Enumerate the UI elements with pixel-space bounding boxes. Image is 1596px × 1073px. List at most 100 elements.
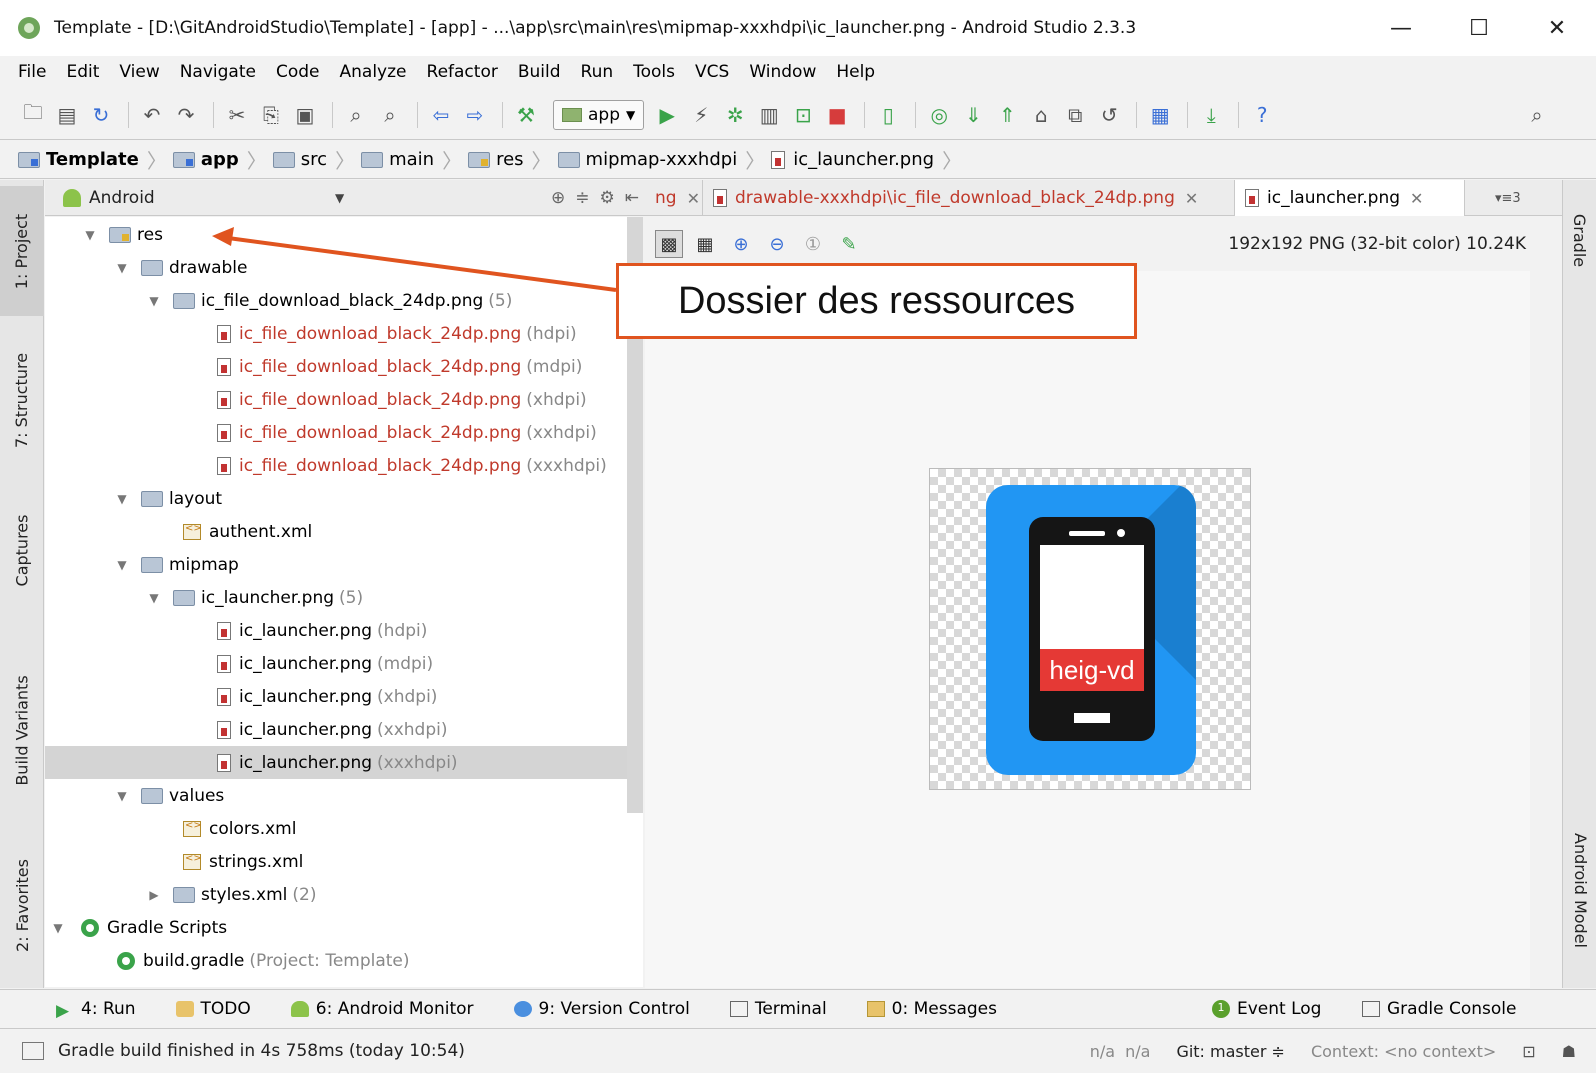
gear-icon[interactable]: ⚙	[600, 188, 615, 208]
menu-build[interactable]: Build	[518, 62, 561, 82]
expand-arrow-icon[interactable]: ▼	[79, 228, 101, 242]
menu-help[interactable]: Help	[836, 62, 875, 82]
tool-messages[interactable]: 0: Messages	[866, 999, 997, 1019]
tree-row[interactable]: ▼ ic_launcher.png (5)	[45, 581, 643, 614]
open-icon[interactable]: 🗀	[18, 100, 48, 130]
menu-file[interactable]: File	[18, 62, 46, 82]
make-icon[interactable]: ⚒	[511, 100, 541, 130]
paste-icon[interactable]: ▣	[290, 100, 320, 130]
tabs-overflow[interactable]: ▾≡3	[1485, 180, 1531, 216]
find-icon[interactable]: ⌕	[341, 100, 371, 130]
menu-tools[interactable]: Tools	[633, 62, 675, 82]
menu-edit[interactable]: Edit	[66, 62, 99, 82]
inspector-icon[interactable]: ☗	[1562, 1042, 1576, 1061]
project-view-select[interactable]: Android	[89, 188, 155, 208]
breadcrumb-src[interactable]: src 〉	[272, 145, 355, 174]
chevron-down-icon[interactable]: ▼	[335, 191, 344, 205]
lock-icon[interactable]: ⊡	[1522, 1042, 1535, 1061]
scroll-from-source-icon[interactable]: ⊕	[551, 188, 565, 208]
tree-row[interactable]: ▼ values	[45, 779, 643, 812]
avd-manager-icon[interactable]: ▯	[873, 100, 903, 130]
breadcrumb-template[interactable]: Template 〉	[18, 145, 167, 174]
tree-row[interactable]: ic_file_download_black_24dp.png (xxhdpi)	[45, 416, 643, 449]
debug-icon[interactable]: ✲	[720, 100, 750, 130]
tree-row[interactable]: ▼ Gradle Scripts	[45, 911, 643, 944]
tab-partial[interactable]: ng ✕	[645, 180, 703, 216]
copy-icon[interactable]: ⎘	[256, 100, 286, 130]
tree-row[interactable]: authent.xml	[45, 515, 643, 548]
menu-vcs[interactable]: VCS	[695, 62, 729, 82]
hide-panel-icon[interactable]: ⇤	[625, 188, 639, 208]
undo-icon[interactable]: ↶	[137, 100, 167, 130]
tree-row[interactable]: ▼ drawable	[45, 251, 643, 284]
tree-row[interactable]: ic_launcher.png (hdpi)	[45, 614, 643, 647]
menu-run[interactable]: Run	[581, 62, 614, 82]
tree-row[interactable]: ▼ ic_file_download_black_24dp.png (5)	[45, 284, 643, 317]
tree-row[interactable]: ▶ styles.xml (2)	[45, 878, 643, 911]
project-structure-icon[interactable]: ▦	[1145, 100, 1175, 130]
tab-favorites[interactable]: 2: Favorites	[0, 840, 44, 970]
tab-captures[interactable]: Captures	[0, 490, 44, 610]
expand-arrow-icon[interactable]: ▼	[143, 294, 165, 308]
search-everywhere-icon[interactable]: ⌕	[1522, 100, 1552, 130]
tab-gradle[interactable]: Gradle	[1563, 190, 1596, 290]
tree-row[interactable]: colors.xml	[45, 812, 643, 845]
tool-version-control[interactable]: 9: Version Control	[513, 999, 690, 1019]
help-icon[interactable]: ?	[1247, 100, 1277, 130]
tree-row[interactable]: ▼ layout	[45, 482, 643, 515]
cut-icon[interactable]: ✂	[222, 100, 252, 130]
sync-gradle-icon[interactable]: ◎	[924, 100, 954, 130]
menu-navigate[interactable]: Navigate	[180, 62, 256, 82]
vcs-compare-icon[interactable]: ⧉	[1060, 100, 1090, 130]
tab-project[interactable]: 1: Project	[0, 186, 44, 316]
chessboard-icon[interactable]: ▩	[655, 230, 683, 258]
menu-view[interactable]: View	[119, 62, 159, 82]
tree-row[interactable]: ic_file_download_black_24dp.png (xhdpi)	[45, 383, 643, 416]
tree-row[interactable]: ic_launcher.png (xxhdpi)	[45, 713, 643, 746]
menu-refactor[interactable]: Refactor	[427, 62, 498, 82]
zoom-in-icon[interactable]: ⊕	[727, 230, 755, 258]
tree-row[interactable]: ic_file_download_black_24dp.png (hdpi)	[45, 317, 643, 350]
expand-arrow-icon[interactable]: ▼	[111, 261, 133, 275]
close-icon[interactable]: ✕	[1410, 189, 1423, 208]
zoom-out-icon[interactable]: ⊖	[763, 230, 791, 258]
run-configuration-select[interactable]: app ▼	[553, 99, 645, 130]
tool-event-log[interactable]: 1 Event Log	[1212, 999, 1321, 1019]
save-icon[interactable]: ▤	[52, 100, 82, 130]
tree-row[interactable]: build.gradle (Project: Template)	[45, 944, 643, 977]
color-picker-icon[interactable]: ✎	[835, 230, 863, 258]
minimize-button[interactable]: —	[1362, 0, 1440, 56]
breadcrumb-main[interactable]: main 〉	[361, 145, 462, 174]
git-branch[interactable]: Git: master ≑	[1176, 1042, 1285, 1061]
tree-row-selected[interactable]: ic_launcher.png (xxxhdpi)	[45, 746, 643, 779]
breadcrumb-res[interactable]: res 〉	[468, 145, 552, 174]
replace-icon[interactable]: ⌕	[375, 100, 405, 130]
tab-android-model[interactable]: Android Model	[1563, 810, 1596, 970]
collapsed-arrow-icon[interactable]: ▶	[143, 888, 165, 902]
redo-icon[interactable]: ↷	[171, 100, 201, 130]
context-indicator[interactable]: Context: <no context>	[1311, 1042, 1496, 1061]
tool-run[interactable]: ▶ 4: Run	[56, 999, 136, 1021]
tree-row[interactable]: ▼ res	[45, 218, 643, 251]
close-icon[interactable]: ✕	[687, 189, 700, 208]
tree-row[interactable]: ic_file_download_black_24dp.png (mdpi)	[45, 350, 643, 383]
menu-code[interactable]: Code	[276, 62, 320, 82]
maximize-button[interactable]: ☐	[1440, 0, 1518, 56]
breadcrumb-mipmap-xxxhdpi[interactable]: mipmap-xxxhdpi 〉	[557, 145, 765, 174]
sync-icon[interactable]: ↻	[86, 100, 116, 130]
expand-arrow-icon[interactable]: ▼	[47, 921, 69, 935]
toggle-tool-windows-icon[interactable]	[22, 1042, 44, 1060]
tab-build-variants[interactable]: Build Variants	[0, 650, 44, 810]
tool-android-monitor[interactable]: 6: Android Monitor	[290, 999, 474, 1019]
menu-window[interactable]: Window	[749, 62, 816, 82]
run-icon[interactable]: ▶	[652, 100, 682, 130]
actual-size-icon[interactable]: ①	[799, 230, 827, 258]
sdk-manager-icon[interactable]: ⤓	[1196, 100, 1226, 130]
expand-arrow-icon[interactable]: ▼	[143, 591, 165, 605]
back-icon[interactable]: ⇦	[426, 100, 456, 130]
vcs-commit-icon[interactable]: ⇑	[992, 100, 1022, 130]
tree-row[interactable]: ic_file_download_black_24dp.png (xxxhdpi)	[45, 449, 643, 482]
revert-icon[interactable]: ↺	[1094, 100, 1124, 130]
expand-arrow-icon[interactable]: ▼	[111, 492, 133, 506]
tab-structure[interactable]: 7: Structure	[0, 330, 44, 470]
